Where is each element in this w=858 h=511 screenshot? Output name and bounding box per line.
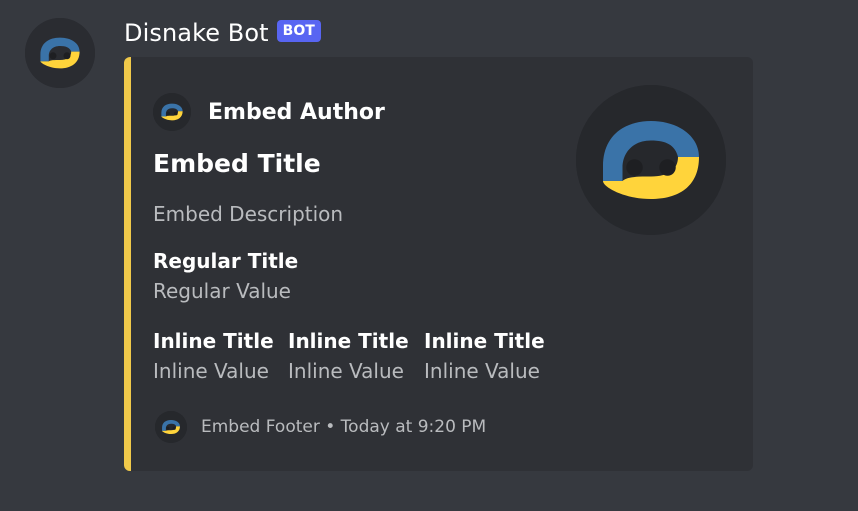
embed-footer: Embed Footer • Today at 9:20 PM: [155, 411, 486, 443]
embed-card: Embed Author Embed Title Embed Descripti…: [124, 57, 753, 471]
chat-message: Disnake Bot BOT Embed Author Embed Title…: [0, 0, 858, 511]
embed-field-regular: Regular Title Regular Value: [153, 249, 298, 303]
bot-badge: BOT: [276, 20, 321, 42]
embed-field-inline: Inline Title Inline Value: [288, 329, 409, 383]
disnake-logo-icon: [576, 85, 726, 235]
embed-field-inline: Inline Title Inline Value: [153, 329, 274, 383]
embed-author: Embed Author: [153, 93, 385, 131]
footer-icon: [155, 411, 187, 443]
embed-author-name: Embed Author: [208, 99, 385, 125]
embed-color-bar: [124, 57, 131, 471]
field-value: Inline Value: [153, 359, 269, 383]
author-icon: [153, 93, 191, 131]
field-value: Inline Value: [288, 359, 404, 383]
field-name: Regular Title: [153, 249, 299, 273]
embed-footer-text: Embed Footer • Today at 9:20 PM: [201, 417, 487, 437]
embed-description: Embed Description: [153, 202, 344, 226]
message-header: Disnake Bot BOT: [124, 16, 321, 50]
field-value: Inline Value: [424, 359, 540, 383]
embed-field-inline: Inline Title Inline Value: [424, 329, 545, 383]
field-name: Inline Title: [153, 329, 274, 353]
username[interactable]: Disnake Bot: [124, 19, 269, 47]
bot-avatar[interactable]: [25, 18, 95, 88]
embed-title: Embed Title: [153, 149, 321, 178]
disnake-logo-icon: [153, 93, 191, 131]
disnake-logo-icon: [25, 18, 95, 88]
embed-thumbnail[interactable]: [576, 85, 726, 235]
field-name: Inline Title: [424, 329, 545, 353]
field-name: Inline Title: [288, 329, 409, 353]
disnake-logo-icon: [155, 411, 187, 443]
field-value: Regular Value: [153, 279, 291, 303]
